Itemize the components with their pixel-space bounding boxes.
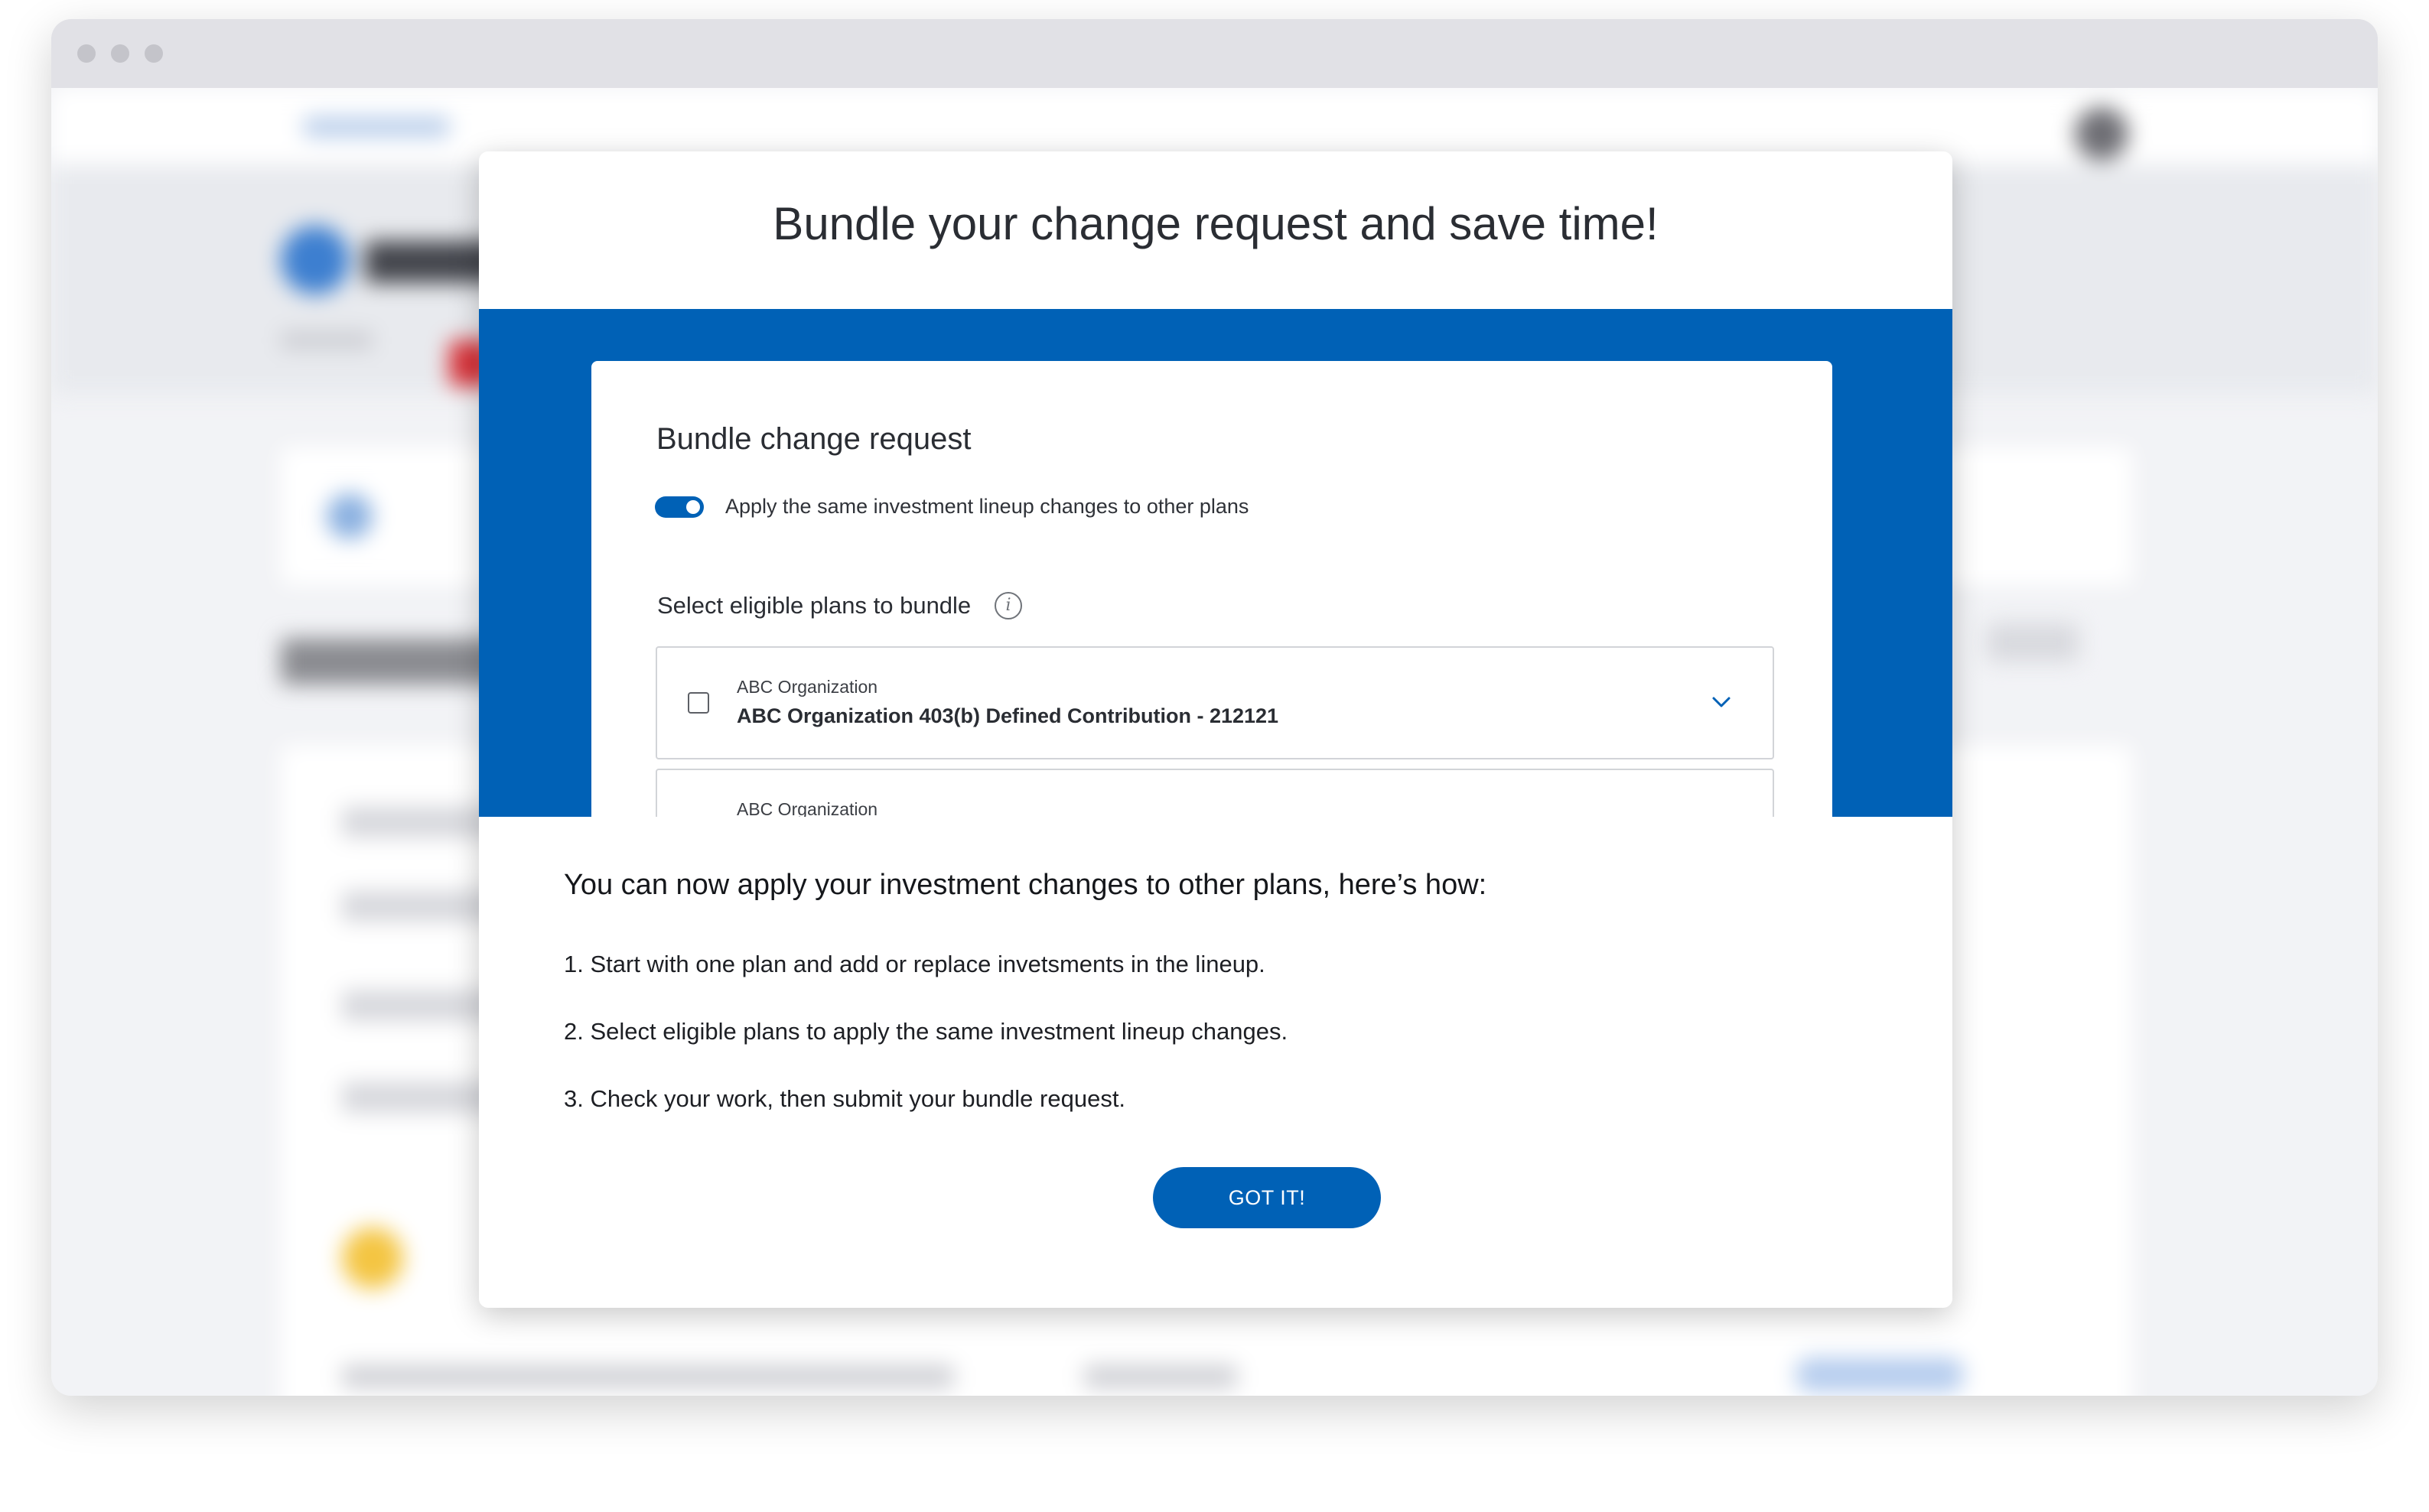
bg-footer-text [342, 1365, 954, 1388]
window-maximize-dot[interactable] [145, 44, 163, 63]
bundle-preview-card: Bundle change request Apply the same inv… [591, 361, 1832, 817]
modal-title: Bundle your change request and save time… [773, 198, 1659, 249]
instruction-step: 2. Select eligible plans to apply the sa… [564, 1018, 1288, 1045]
info-icon[interactable]: i [995, 592, 1022, 619]
plan-organization: ABC Organization [737, 799, 878, 817]
bg-card-icon [327, 493, 373, 539]
browser-viewport: Bundle your change request and save time… [51, 88, 2378, 1396]
plan-name: ABC Organization 403(b) Defined Contribu… [737, 704, 1279, 727]
bundle-intro-modal: Bundle your change request and save time… [479, 151, 1952, 1308]
plan-checkbox[interactable] [688, 692, 709, 714]
toggle-knob [686, 500, 700, 514]
bg-footer-text [1084, 1365, 1237, 1388]
browser-titlebar [51, 19, 2378, 88]
bg-section-heading [281, 639, 510, 684]
toggle-label: Apply the same investment lineup changes… [725, 495, 1249, 518]
bg-side-element [1987, 623, 2079, 662]
bg-yellow-icon [342, 1227, 403, 1289]
window-close-dot[interactable] [77, 44, 96, 63]
browser-window: Bundle your change request and save time… [51, 19, 2378, 1396]
bg-nav-link [304, 117, 449, 137]
plan-list-item[interactable]: ABC Organization ABC Organization 403(b)… [656, 646, 1774, 759]
preview-banner: Bundle change request Apply the same inv… [479, 309, 1952, 817]
bg-logo [281, 226, 350, 294]
chevron-down-icon[interactable] [1710, 691, 1733, 714]
bg-footer-button [1796, 1358, 1964, 1392]
plan-list-item[interactable]: ABC Organization [656, 769, 1774, 817]
select-plans-label: Select eligible plans to bundle [657, 592, 972, 619]
screenshot-stage: Bundle your change request and save time… [0, 0, 2429, 1512]
bundle-preview-heading: Bundle change request [656, 422, 972, 456]
window-minimize-dot[interactable] [111, 44, 129, 63]
instructions-heading: You can now apply your investment change… [564, 869, 1487, 901]
got-it-button[interactable]: GOT IT! [1153, 1167, 1381, 1228]
instruction-step: 1. Start with one plan and add or replac… [564, 951, 1265, 977]
bg-subtitle [281, 333, 373, 348]
instruction-step: 3. Check your work, then submit your bun… [564, 1085, 1126, 1112]
bg-avatar [2075, 107, 2128, 161]
plan-organization: ABC Organization [737, 677, 878, 697]
apply-to-other-plans-toggle[interactable] [655, 496, 704, 518]
